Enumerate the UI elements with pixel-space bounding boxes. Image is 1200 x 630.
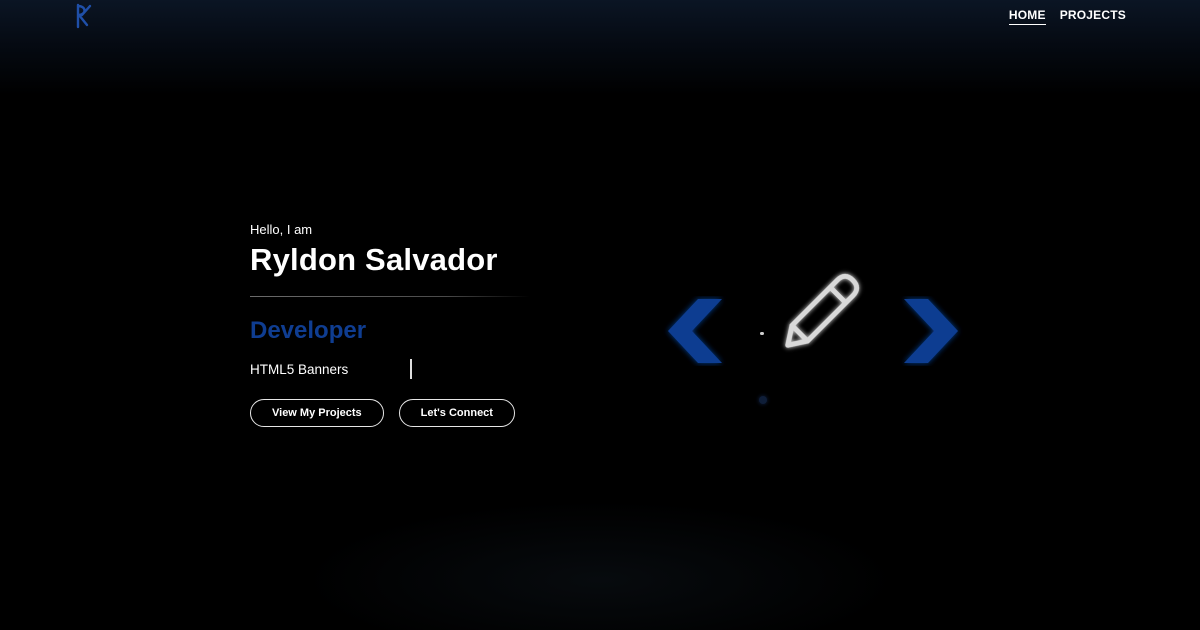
- view-projects-button[interactable]: View My Projects: [250, 399, 384, 427]
- hero-role: Developer: [250, 317, 367, 344]
- hero-divider: [250, 296, 530, 297]
- rs-logo-icon[interactable]: [74, 3, 94, 29]
- background-glow: [300, 500, 900, 630]
- typing-cursor: [410, 359, 413, 379]
- nav-home-link[interactable]: HOME: [1008, 8, 1046, 25]
- typed-text: HTML5 Banners: [250, 361, 349, 377]
- skills-carousel: [655, 260, 975, 410]
- chevron-right-icon[interactable]: [898, 296, 966, 371]
- decorative-dot: [760, 332, 764, 335]
- hero-greeting: Hello, I am: [250, 222, 313, 237]
- hero-section: Hello, I am Ryldon Salvador Developer HT…: [250, 222, 550, 427]
- chevron-left-icon[interactable]: [660, 296, 728, 371]
- nav-projects-link[interactable]: PROJECTS: [1060, 8, 1126, 25]
- hero-buttons: View My Projects Let's Connect: [250, 399, 550, 427]
- pencil-icon: [757, 264, 877, 369]
- page: HOME PROJECTS Hello, I am Ryldon Salvado…: [0, 0, 1200, 630]
- typed-text-row: HTML5 Banners: [250, 359, 550, 379]
- connect-button[interactable]: Let's Connect: [398, 399, 515, 427]
- main-nav: HOME PROJECTS: [1008, 8, 1126, 25]
- carousel-dot-indicator[interactable]: [759, 396, 767, 404]
- hero-name: Ryldon Salvador: [250, 242, 498, 277]
